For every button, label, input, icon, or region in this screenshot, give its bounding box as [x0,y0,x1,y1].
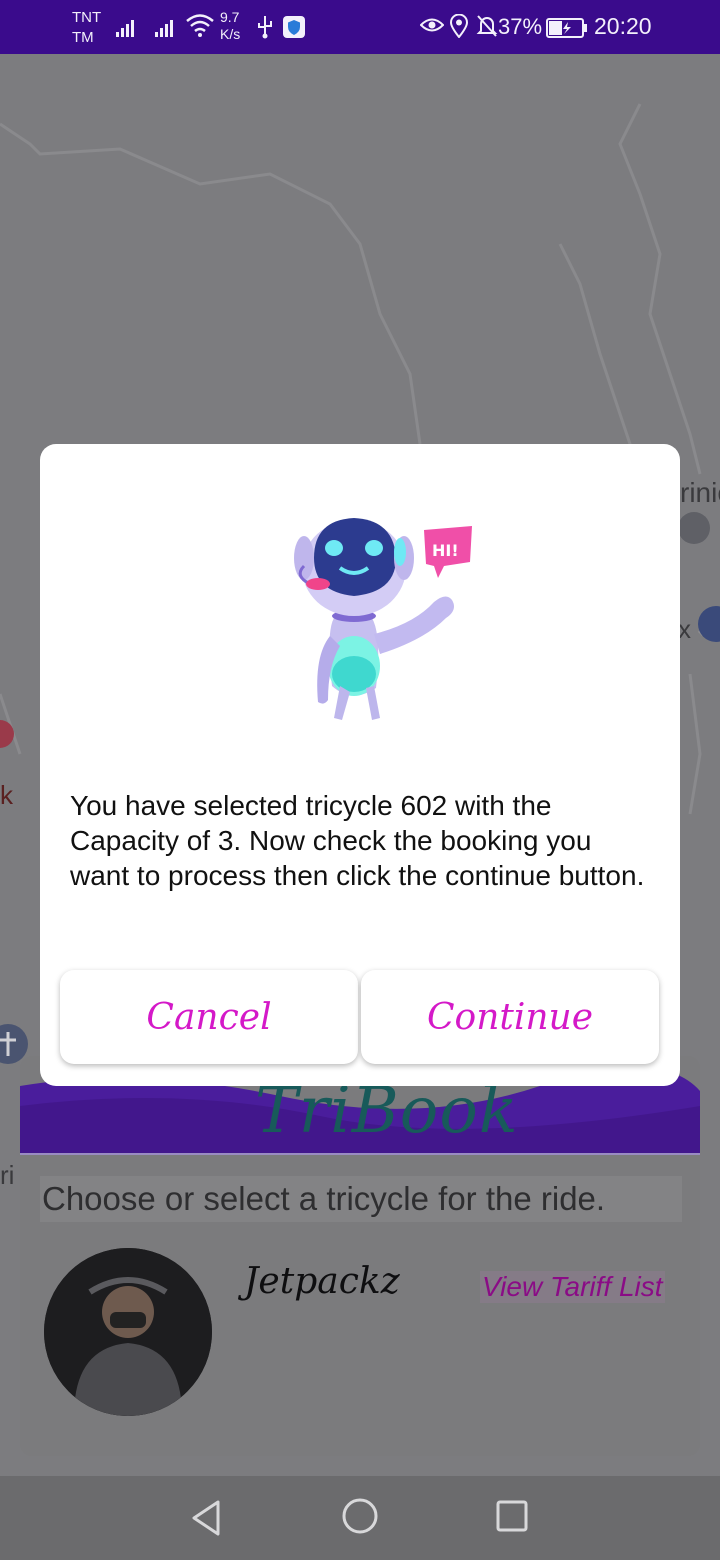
driver-photo [44,1248,212,1416]
carrier-label: TNT TM [72,8,101,48]
carrier-line-1: TNT [72,9,102,26]
instruction-text: Choose or select a tricycle for the ride… [40,1176,682,1222]
confirmation-dialog: HI! You have selected tricycle 602 with … [40,444,680,1086]
shield-icon [283,16,305,38]
navigation-bar [0,1476,720,1560]
bottom-sheet: TriBook Choose or select a tricycle for … [20,1056,700,1456]
network-speed: 9.7 K/s [220,9,240,43]
driver-name: Jetpackz [244,1261,400,1302]
clock: 20:20 [594,13,652,39]
signal-icon [116,20,134,37]
wifi-icon [186,14,214,37]
continue-button[interactable]: Continue [361,970,659,1064]
divider [20,1153,700,1155]
map-label: ri [0,1160,14,1190]
driver-avatar[interactable] [44,1248,212,1416]
cancel-button[interactable]: Cancel [60,970,358,1064]
map-poi-icon [0,720,14,748]
carrier-line-2: TM [72,29,94,46]
home-icon[interactable] [340,1496,380,1536]
status-bar: TNT TM 9.7 K/s 37% 20:20 [0,0,720,54]
map-label: k [0,780,14,810]
signal-icon [155,20,173,37]
map-poi-icon [678,512,710,544]
eye-icon [420,18,444,32]
map-poi-icon [698,606,720,642]
speed-unit: K/s [220,26,241,42]
recent-apps-icon[interactable] [494,1498,530,1534]
battery-percent: 37% [498,14,543,39]
location-icon [450,14,468,38]
battery-icon [546,18,587,38]
dialog-message: You have selected tricycle 602 with the … [70,790,645,891]
robot-mascot-icon: HI! [294,518,472,720]
usb-icon [258,16,272,39]
speed-value: 9.7 [220,9,240,25]
robot-greeting: HI! [432,541,459,560]
map-label: rinic [680,477,720,508]
mute-icon [476,15,498,37]
back-icon[interactable] [188,1498,224,1538]
view-tariff-list-link[interactable]: View Tariff List [480,1271,665,1303]
